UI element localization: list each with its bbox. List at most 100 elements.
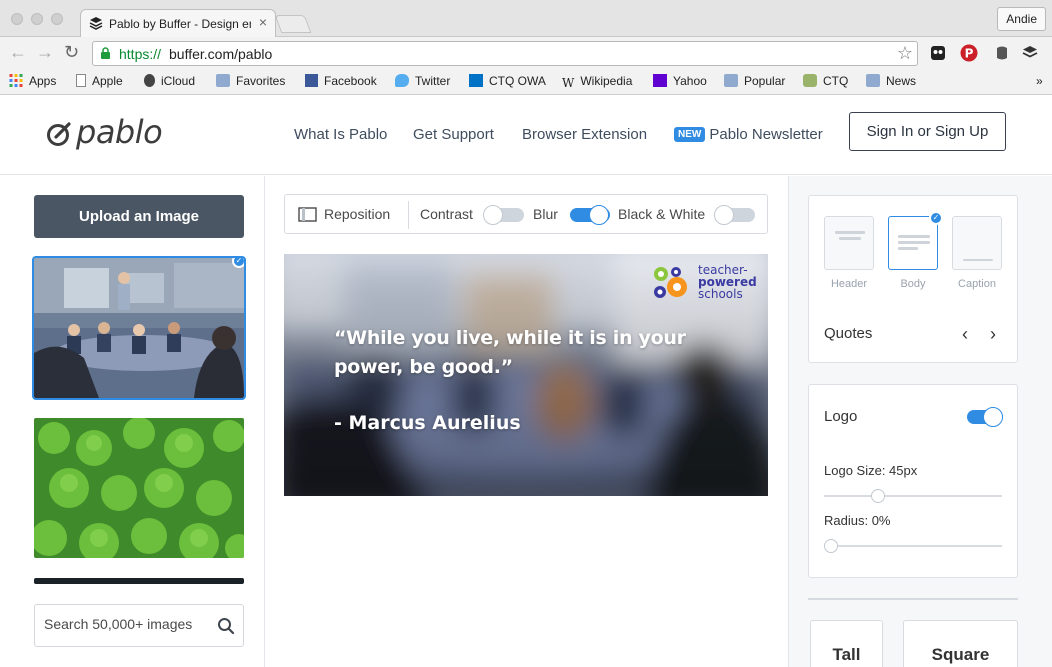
nav-pablo-newsletter[interactable]: NEW Pablo Newsletter	[674, 126, 823, 143]
quote-canvas[interactable]: teacher- powered schools “While you live…	[284, 254, 768, 496]
zoom-window-button[interactable]	[51, 13, 63, 25]
reposition-icon[interactable]	[298, 207, 317, 222]
logo-panel: Logo Logo Size: 45px Radius: 0%	[808, 384, 1018, 578]
quote-text[interactable]: “While you live, while it is in your pow…	[334, 324, 734, 382]
reposition-label[interactable]: Reposition	[324, 206, 390, 222]
slider-handle[interactable]	[824, 539, 838, 553]
style-header-label: Header	[830, 278, 868, 290]
apps-grid-icon	[9, 74, 23, 87]
pinterest-extension-icon[interactable]: P	[960, 44, 978, 62]
toolbar-divider	[408, 201, 409, 229]
twitter-icon	[395, 74, 409, 87]
browser-tab[interactable]: Pablo by Buffer - Design en ×	[80, 9, 276, 37]
radius-label: Radius: 0%	[824, 513, 891, 528]
selected-check-icon: ✓	[929, 211, 943, 225]
close-window-button[interactable]	[11, 13, 23, 25]
facebook-icon	[305, 74, 318, 87]
logo-label: Logo	[824, 408, 858, 425]
buffer-extension-icon[interactable]	[1021, 44, 1039, 62]
upload-image-button[interactable]: Upload an Image	[34, 195, 244, 238]
bookmark-favorites[interactable]: Favorites	[216, 74, 285, 90]
owl-extension-icon[interactable]	[929, 44, 947, 62]
folder-icon	[866, 74, 880, 87]
bookmark-apps[interactable]: Apps	[9, 74, 56, 90]
svg-text:P: P	[965, 47, 974, 61]
bookmark-star-icon[interactable]: ☆	[897, 43, 913, 64]
selected-check-icon: ✓	[232, 258, 244, 268]
previous-quote-icon[interactable]: ‹	[962, 324, 968, 345]
next-quote-icon[interactable]: ›	[990, 324, 996, 345]
nav-get-support[interactable]: Get Support	[413, 126, 494, 143]
bookmark-label: Favorites	[236, 74, 286, 88]
bookmark-label: Apple	[92, 74, 123, 88]
bookmark-label: Wikipedia	[580, 74, 633, 88]
nav-what-is-pablo[interactable]: What Is Pablo	[294, 126, 387, 143]
bookmark-news[interactable]: News	[866, 74, 916, 90]
bookmark-popular[interactable]: Popular	[724, 74, 785, 90]
address-bar[interactable]: https:// buffer.com/pablo ☆	[92, 41, 918, 66]
bookmark-label: CTQ OWA	[489, 74, 546, 88]
image-search-box[interactable]	[34, 604, 244, 647]
style-caption-label: Caption	[958, 278, 996, 290]
tab-close-icon[interactable]: ×	[259, 14, 267, 30]
image-thumbnail-classroom[interactable]: ✓	[32, 256, 246, 400]
lock-icon	[101, 47, 110, 59]
search-icon[interactable]	[217, 617, 235, 635]
bookmark-ctq[interactable]: CTQ	[803, 74, 848, 90]
style-header-button[interactable]	[824, 216, 874, 270]
black-white-label: Black & White	[618, 206, 706, 222]
editor-area: Reposition Contrast Blur Black & White t…	[265, 176, 788, 667]
folder-icon	[724, 74, 738, 87]
sign-in-button[interactable]: Sign In or Sign Up	[849, 112, 1006, 151]
radius-slider[interactable]	[824, 539, 1002, 553]
image-search-input[interactable]	[44, 616, 204, 632]
size-square-button[interactable]: Square	[903, 620, 1018, 667]
bookmark-twitter[interactable]: Twitter	[395, 74, 450, 90]
bookmark-icloud[interactable]: iCloud	[144, 74, 195, 90]
newsletter-label: Pablo Newsletter	[709, 126, 823, 143]
image-thumbnail-clover[interactable]	[34, 418, 244, 558]
pablo-logo-text[interactable]: pablo	[76, 113, 163, 151]
new-badge: NEW	[674, 127, 706, 142]
bookmark-yahoo[interactable]: Yahoo	[653, 74, 707, 90]
url-path: buffer.com/pablo	[169, 46, 273, 62]
bookmarks-overflow-icon[interactable]: »	[1036, 74, 1043, 90]
evernote-extension-icon[interactable]	[993, 44, 1011, 62]
profile-button[interactable]: Andie	[997, 7, 1046, 31]
yahoo-icon	[653, 74, 667, 87]
settings-sidebar: Header ✓ Body Caption Quotes ‹ › Logo Lo…	[788, 176, 1052, 667]
back-arrow-icon[interactable]: ←	[9, 43, 27, 61]
bookmark-facebook[interactable]: Facebook	[305, 74, 377, 90]
logo-toggle[interactable]	[967, 407, 1003, 427]
contrast-toggle[interactable]	[483, 205, 524, 225]
bookmark-label: Twitter	[415, 74, 451, 88]
forward-arrow-icon[interactable]: →	[36, 43, 54, 61]
black-white-toggle[interactable]	[714, 205, 755, 225]
blur-toggle[interactable]	[570, 205, 610, 225]
teacher-powered-schools-logo: teacher- powered schools	[650, 264, 760, 304]
slider-handle[interactable]	[871, 489, 885, 503]
browser-toolbar: ← → ↻ https:// buffer.com/pablo ☆ P ≡	[0, 37, 1052, 69]
size-tall-button[interactable]: Tall	[810, 620, 883, 667]
quote-author[interactable]: - Marcus Aurelius	[334, 412, 521, 434]
bookmark-label: Yahoo	[673, 74, 707, 88]
style-body-button[interactable]	[888, 216, 938, 270]
reload-icon[interactable]: ↻	[64, 43, 79, 61]
new-tab-button[interactable]	[274, 15, 312, 33]
contrast-label: Contrast	[420, 206, 473, 222]
style-body-label: Body	[900, 278, 926, 290]
image-thumbnail-partial[interactable]	[34, 578, 244, 584]
blur-label: Blur	[533, 206, 558, 222]
bookmark-wikipedia[interactable]: W Wikipedia	[562, 74, 632, 90]
tab-title: Pablo by Buffer - Design en	[109, 17, 251, 31]
outlook-icon	[469, 74, 483, 87]
section-divider	[808, 598, 1018, 600]
bookmark-apple[interactable]: Apple	[76, 74, 123, 90]
style-caption-button[interactable]	[952, 216, 1002, 270]
logo-size-label: Logo Size: 45px	[824, 463, 918, 478]
bookmark-ctq-owa[interactable]: CTQ OWA	[469, 74, 546, 90]
nav-browser-extension[interactable]: Browser Extension	[522, 126, 647, 143]
minimize-window-button[interactable]	[31, 13, 43, 25]
page-icon	[76, 74, 86, 87]
logo-size-slider[interactable]	[824, 489, 1002, 503]
